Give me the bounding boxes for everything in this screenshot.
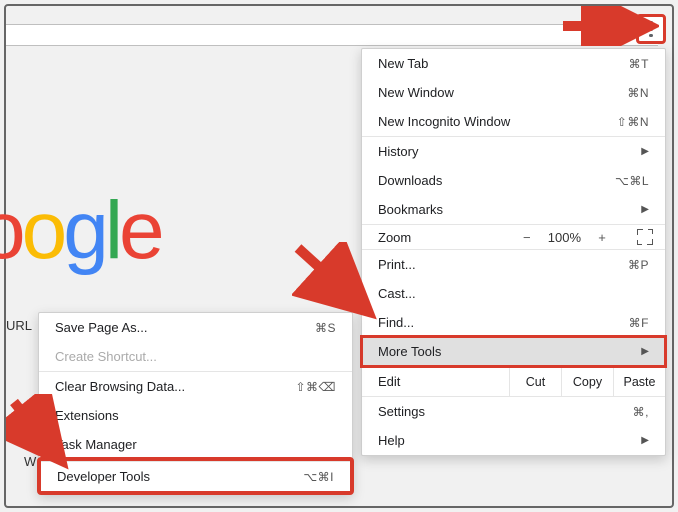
zoom-value: 100% bbox=[548, 230, 581, 245]
menu-cast[interactable]: Cast... bbox=[362, 279, 665, 308]
address-bar bbox=[6, 24, 658, 46]
submenu-developer-tools[interactable]: Developer Tools ⌥⌘I bbox=[41, 461, 350, 491]
menu-help[interactable]: Help ▶ bbox=[362, 426, 665, 455]
edit-paste-button[interactable]: Paste bbox=[613, 368, 665, 396]
submenu-create-shortcut: Create Shortcut... bbox=[39, 342, 352, 371]
edit-cut-button[interactable]: Cut bbox=[509, 368, 561, 396]
menu-find[interactable]: Find... ⌘F bbox=[362, 308, 665, 337]
chevron-right-icon: ▶ bbox=[641, 346, 649, 357]
zoom-in-button[interactable]: + bbox=[593, 230, 611, 245]
menu-zoom: Zoom − 100% + bbox=[362, 224, 665, 249]
menu-new-tab[interactable]: New Tab ⌘T bbox=[362, 49, 665, 78]
menu-edit-row: Edit Cut Copy Paste bbox=[362, 366, 665, 396]
fullscreen-icon[interactable] bbox=[637, 229, 653, 245]
page-text: W bbox=[24, 454, 36, 469]
menu-settings[interactable]: Settings ⌘, bbox=[362, 396, 665, 426]
menu-new-incognito[interactable]: New Incognito Window ⇧⌘N bbox=[362, 107, 665, 136]
browser-frame: oogle URL W New Tab ⌘T New Window ⌘N New… bbox=[4, 4, 674, 508]
chevron-right-icon: ▶ bbox=[641, 204, 649, 215]
menu-downloads[interactable]: Downloads ⌥⌘L bbox=[362, 166, 665, 195]
chevron-right-icon: ▶ bbox=[641, 435, 649, 446]
menu-more-tools[interactable]: More Tools ▶ bbox=[362, 337, 665, 366]
more-tools-submenu: Save Page As... ⌘S Create Shortcut... Cl… bbox=[38, 312, 353, 494]
chevron-right-icon: ▶ bbox=[641, 146, 649, 157]
menu-new-window[interactable]: New Window ⌘N bbox=[362, 78, 665, 107]
submenu-task-manager[interactable]: Task Manager bbox=[39, 430, 352, 459]
submenu-save-page[interactable]: Save Page As... ⌘S bbox=[39, 313, 352, 342]
highlight-box: Developer Tools ⌥⌘I bbox=[37, 457, 354, 495]
kebab-icon bbox=[649, 21, 653, 38]
submenu-clear-data[interactable]: Clear Browsing Data... ⇧⌘⌫ bbox=[39, 371, 352, 401]
zoom-out-button[interactable]: − bbox=[518, 230, 536, 245]
menu-bookmarks[interactable]: Bookmarks ▶ bbox=[362, 195, 665, 224]
menu-print[interactable]: Print... ⌘P bbox=[362, 249, 665, 279]
main-menu-button[interactable] bbox=[636, 14, 666, 44]
edit-copy-button[interactable]: Copy bbox=[561, 368, 613, 396]
url-label: URL bbox=[6, 318, 32, 333]
google-logo: oogle bbox=[0, 184, 161, 278]
main-menu: New Tab ⌘T New Window ⌘N New Incognito W… bbox=[361, 48, 666, 456]
submenu-extensions[interactable]: Extensions bbox=[39, 401, 352, 430]
menu-history[interactable]: History ▶ bbox=[362, 136, 665, 166]
